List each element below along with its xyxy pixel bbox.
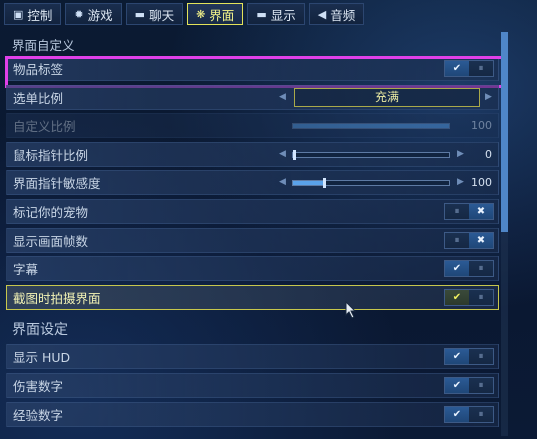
check-icon: ✔ [445, 349, 469, 365]
tab-label: 界面 [209, 7, 235, 23]
row-show-fps[interactable]: 显示画面帧数 ⏸ ✖ [6, 227, 499, 253]
tab-bar: ▣ 控制 ✹ 游戏 ▬ 聊天 ❋ 界面 ▬ 显示 ◀ 音频 [4, 3, 365, 27]
row-damage-numbers[interactable]: 伤害数字 ✔ ⏸ [6, 372, 499, 398]
gear-icon: ✹ [74, 7, 84, 21]
row-label: 显示 HUD [13, 350, 71, 366]
row-label: 显示画面帧数 [13, 233, 89, 249]
row-custom-scale: 自定义比例 100 [6, 113, 499, 139]
row-item-labels[interactable]: 物品标签 ✔ ⏸ [6, 56, 499, 81]
row-label: 自定义比例 [13, 119, 76, 135]
row-label: 截图时拍摄界面 [13, 290, 101, 306]
row-label: 选单比例 [13, 90, 64, 106]
settings-list: 界面自定义 物品标签 ✔ ⏸ 选单比例 ◀ 充满 ▶ 自定义比例 100 鼠标指针… [5, 32, 504, 430]
row-screenshot-ui[interactable]: 截图时拍摄界面 ✔ ⏸ [6, 284, 499, 310]
tab-label: 音频 [330, 7, 356, 23]
slider-value: 0 [485, 147, 492, 161]
scrollbar[interactable] [501, 32, 508, 436]
scrollbar-thumb[interactable] [501, 32, 508, 232]
pause-icon: ⏸ [469, 349, 493, 365]
slider-knob[interactable] [323, 178, 327, 189]
slider-pointer-sensitivity[interactable] [292, 178, 450, 189]
toggle-exp-numbers[interactable]: ✔ ⏸ [444, 405, 494, 423]
chat-icon: ▬ [134, 7, 146, 21]
section-header-settings: 界面设定 [12, 321, 68, 338]
row-label: 标记你的宠物 [13, 204, 89, 220]
check-icon: ✔ [445, 261, 469, 277]
arrow-left-icon[interactable]: ◀ [279, 149, 286, 159]
slider-pointer-scale[interactable] [292, 149, 450, 160]
pause-icon: ⏸ [469, 377, 493, 393]
mouse-cursor-icon [345, 301, 357, 319]
slider-value: 100 [471, 176, 492, 190]
toggle-show-fps[interactable]: ⏸ ✖ [444, 231, 494, 249]
row-label: 物品标签 [13, 62, 64, 77]
slider-knob[interactable] [293, 149, 296, 160]
toggle-screenshot-ui[interactable]: ✔ ⏸ [444, 288, 494, 306]
check-icon: ✔ [445, 61, 469, 76]
check-icon: ✔ [445, 377, 469, 393]
slider-fill [293, 124, 449, 129]
slider-value: 100 [471, 119, 492, 133]
pause-icon: ⏸ [469, 406, 493, 422]
row-label: 字幕 [13, 262, 39, 278]
row-label: 经验数字 [13, 407, 64, 423]
tab-chat[interactable]: ▬ 聊天 [125, 3, 184, 25]
tab-speaker[interactable]: ◀ 音频 [308, 3, 365, 25]
gamepad-icon: ▣ [13, 7, 24, 21]
pause-icon: ⏸ [469, 261, 493, 277]
row-label: 伤害数字 [13, 378, 64, 394]
row-show-hud[interactable]: 显示 HUD ✔ ⏸ [6, 344, 499, 370]
check-icon: ✔ [445, 289, 469, 305]
row-label: 界面指针敏感度 [13, 176, 101, 192]
slider-custom-scale [292, 123, 450, 130]
toggle-subtitles[interactable]: ✔ ⏸ [444, 260, 494, 278]
toggle-mark-pets[interactable]: ⏸ ✖ [444, 202, 494, 220]
tab-gamepad[interactable]: ▣ 控制 [4, 3, 62, 25]
row-pointer-sensitivity[interactable]: 界面指针敏感度 ◀ ▶ 100 [6, 170, 499, 196]
arrow-left-icon[interactable]: ◀ [279, 92, 286, 102]
pause-icon: ⏸ [445, 203, 469, 219]
arrow-right-icon[interactable]: ▶ [457, 149, 464, 159]
arrow-right-icon[interactable]: ▶ [485, 92, 492, 102]
row-label: 鼠标指针比例 [13, 147, 89, 163]
toggle-show-hud[interactable]: ✔ ⏸ [444, 348, 494, 366]
section-header-custom: 界面自定义 [12, 37, 75, 53]
pause-icon: ⏸ [445, 232, 469, 248]
toggle-damage-numbers[interactable]: ✔ ⏸ [444, 376, 494, 394]
speaker-icon: ◀ [317, 7, 327, 21]
row-menu-scale[interactable]: 选单比例 ◀ 充满 ▶ [6, 84, 499, 110]
check-icon: ✔ [445, 406, 469, 422]
tab-label: 显示 [270, 7, 296, 23]
option-value[interactable]: 充满 [294, 87, 480, 107]
arrow-right-icon[interactable]: ▶ [457, 177, 464, 187]
pause-icon: ⏸ [469, 289, 493, 305]
tab-interface[interactable]: ❋ 界面 [187, 3, 244, 25]
toggle-item-labels[interactable]: ✔ ⏸ [444, 60, 494, 77]
tab-monitor[interactable]: ▬ 显示 [247, 3, 305, 25]
row-mark-pets[interactable]: 标记你的宠物 ⏸ ✖ [6, 198, 499, 224]
tab-gear[interactable]: ✹ 游戏 [65, 3, 122, 25]
cross-icon: ✖ [469, 232, 493, 248]
row-pointer-scale[interactable]: 鼠标指针比例 ◀ ▶ 0 [6, 141, 499, 167]
arrow-left-icon[interactable]: ◀ [279, 177, 286, 187]
slider-fill [293, 181, 325, 186]
tab-label: 控制 [27, 7, 53, 23]
monitor-icon: ▬ [256, 7, 267, 21]
tab-label: 聊天 [149, 7, 175, 23]
interface-icon: ❋ [196, 7, 206, 21]
cross-icon: ✖ [469, 203, 493, 219]
row-subtitles[interactable]: 字幕 ✔ ⏸ [6, 256, 499, 282]
row-exp-numbers[interactable]: 经验数字 ✔ ⏸ [6, 401, 499, 427]
tab-label: 游戏 [87, 7, 113, 23]
pause-icon: ⏸ [469, 61, 493, 76]
